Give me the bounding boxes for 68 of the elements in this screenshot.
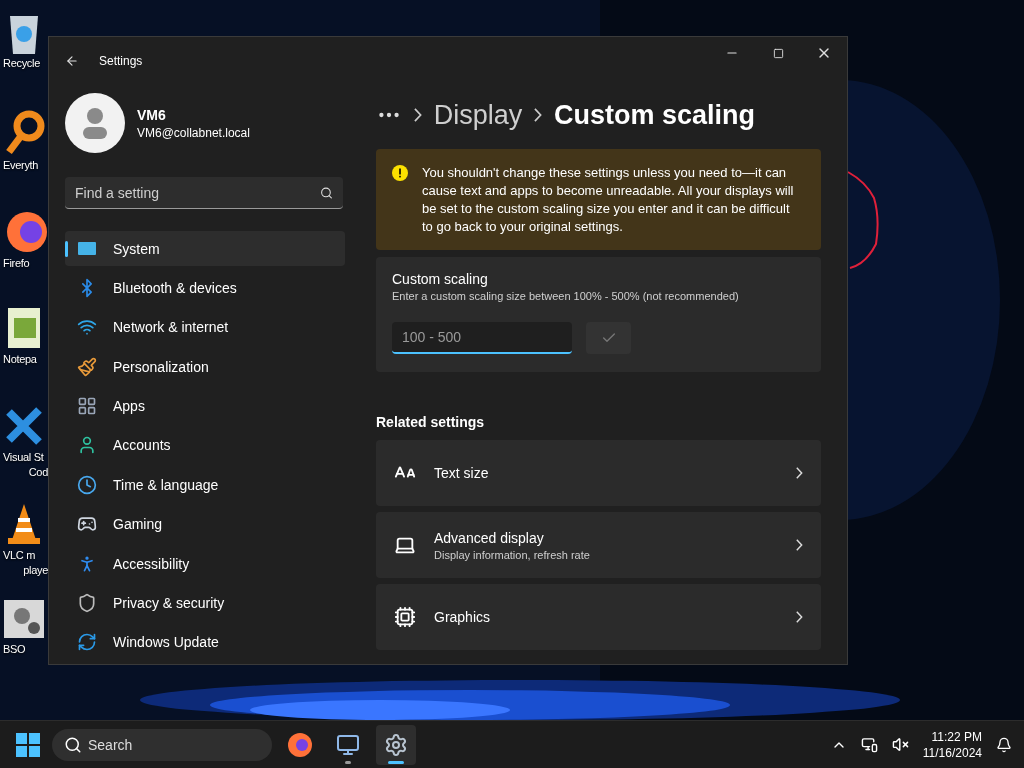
desktop-icon-label[interactable]: VLC m: [0, 548, 36, 563]
bell-icon[interactable]: [996, 736, 1012, 753]
avatar: [65, 93, 125, 153]
row-title: Graphics: [434, 609, 492, 625]
related-setting-row[interactable]: Graphics: [376, 584, 821, 650]
scaling-input-field[interactable]: 100 - 500: [392, 322, 572, 354]
graphics-card-icon: [394, 606, 416, 628]
chevron-icon: [534, 108, 542, 122]
volume-muted-icon[interactable]: [891, 736, 909, 753]
network-icon[interactable]: [860, 736, 878, 753]
nav-item[interactable]: Accounts: [65, 427, 345, 464]
nav-item[interactable]: Privacy & security: [65, 585, 345, 621]
nav-item[interactable]: Apps: [65, 388, 345, 424]
account-email: VM6@collabnet.local: [137, 125, 250, 140]
search-icon: [320, 186, 333, 200]
monitor-icon: [77, 240, 97, 257]
search-icon: [64, 735, 82, 754]
related-setting-row[interactable]: Text size: [376, 440, 821, 506]
chevron-icon: [796, 611, 803, 623]
desktop-icon-label[interactable]: Recycle: [0, 56, 41, 71]
back-icon[interactable]: [65, 54, 79, 68]
card-title: Custom scaling: [392, 271, 489, 287]
clock-date[interactable]: 11/16/2024: [922, 744, 982, 761]
nav-item[interactable]: Personalization: [65, 349, 345, 385]
taskbar-app-button[interactable]: [376, 724, 416, 765]
desktop-icon-label[interactable]: playe: [20, 563, 48, 578]
nav-item[interactable]: Gaming: [65, 506, 345, 542]
nav-item[interactable]: System: [65, 231, 345, 267]
apps-grid-icon: [77, 396, 97, 417]
taskbar-search-field[interactable]: Search: [52, 728, 272, 761]
window-title: Settings: [99, 54, 143, 68]
row-title: Text size: [434, 465, 490, 481]
shield-icon: [77, 592, 97, 613]
breadcrumb-item: Custom scaling: [553, 99, 755, 131]
desktop-icon-label[interactable]: BSO: [0, 642, 26, 657]
refresh-icon: [77, 632, 97, 653]
chevron-icon: [796, 467, 803, 479]
nav-item[interactable]: Bluetooth & devices: [65, 270, 345, 306]
section-heading: Related settings: [376, 414, 486, 430]
desktop-icon-label[interactable]: Cod: [25, 465, 48, 480]
chevron-icon: [414, 108, 422, 122]
clock-icon: [77, 474, 97, 495]
browser-icon[interactable]: [287, 731, 313, 758]
nav-item[interactable]: Network & internet: [65, 309, 345, 346]
breadcrumb-item[interactable]: Display: [433, 99, 523, 131]
chevron-icon: [796, 539, 803, 551]
card-description: Enter a custom scaling size between 100% - 500% (not recommended): [392, 290, 740, 302]
warning-text: You shouldn't change these settings unless you need to—it can cause text and apps to become unreadable. All your displays will be set to the custom scaling size you enter and it can be difficult to go back to your original settings.: [422, 164, 795, 236]
setting-search-field[interactable]: Find a setting: [65, 177, 343, 209]
clock-time[interactable]: 11:22 PM: [931, 728, 982, 745]
desktop-icon-label[interactable]: Firefo: [0, 256, 30, 271]
start-icon[interactable]: [16, 732, 40, 757]
nav-item[interactable]: Accessibility: [65, 545, 345, 582]
account-name: VM6: [137, 106, 167, 123]
nav-item[interactable]: Windows Update: [65, 624, 345, 660]
row-title: Advanced display: [434, 529, 545, 546]
maximize-icon[interactable]: [772, 47, 784, 59]
desktop-icon-label[interactable]: Notepa: [0, 352, 37, 367]
related-setting-row[interactable]: Advanced display Display information, refresh rate: [376, 512, 821, 578]
settings-icon[interactable]: [384, 732, 408, 757]
nav-item[interactable]: Time & language: [65, 467, 345, 503]
desktop-icon-label[interactable]: Visual St: [0, 450, 44, 465]
warning-icon: [392, 165, 408, 181]
row-subtitle: Display information, refresh rate: [434, 548, 591, 561]
person-icon: [77, 435, 97, 456]
desktop-icon-label[interactable]: Everyth: [0, 158, 39, 173]
paintbrush-icon: [77, 356, 97, 377]
monitor-icon[interactable]: [336, 732, 360, 757]
